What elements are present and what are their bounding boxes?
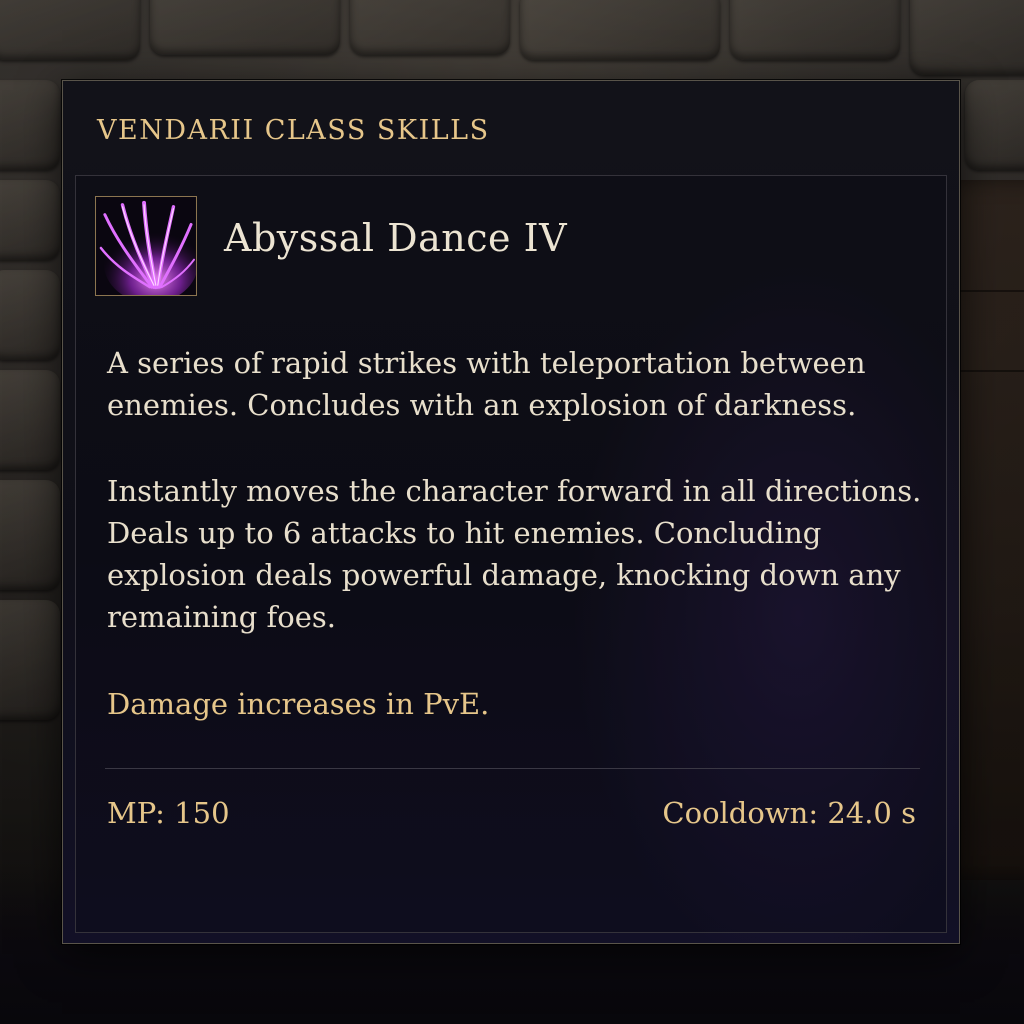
skill-description-pve-note: Damage increases in PvE.: [107, 687, 490, 721]
stats-divider: [105, 768, 920, 769]
mp-cost: MP: 150: [107, 796, 230, 830]
skill-tooltip-panel: VENDARII CLASS SKILLS Abyssal Dance IV A…: [62, 80, 960, 944]
wall-stone: [0, 180, 60, 260]
panel-title: VENDARII CLASS SKILLS: [97, 115, 490, 146]
wall-stone: [0, 480, 60, 590]
wall-stone: [520, 0, 720, 60]
skill-description-summary: A series of rapid strikes with teleporta…: [107, 346, 866, 422]
skill-description-details: Instantly moves the character forward in…: [107, 474, 922, 634]
skill-name: Abyssal Dance IV: [224, 216, 568, 260]
wall-stone: [0, 370, 60, 470]
wall-stone: [350, 0, 510, 55]
wall-stone: [0, 270, 60, 360]
wall-stone: [965, 80, 1024, 170]
purple-claw-strike-icon: [95, 196, 197, 296]
wall-stone: [0, 0, 140, 60]
wall-stone: [150, 0, 340, 55]
skill-card: Abyssal Dance IV A series of rapid strik…: [75, 175, 947, 933]
cooldown: Cooldown: 24.0 s: [662, 796, 916, 830]
wall-stone: [0, 80, 60, 170]
wall-stone: [0, 600, 60, 720]
wall-stone: [730, 0, 900, 60]
wall-stone: [910, 0, 1024, 75]
